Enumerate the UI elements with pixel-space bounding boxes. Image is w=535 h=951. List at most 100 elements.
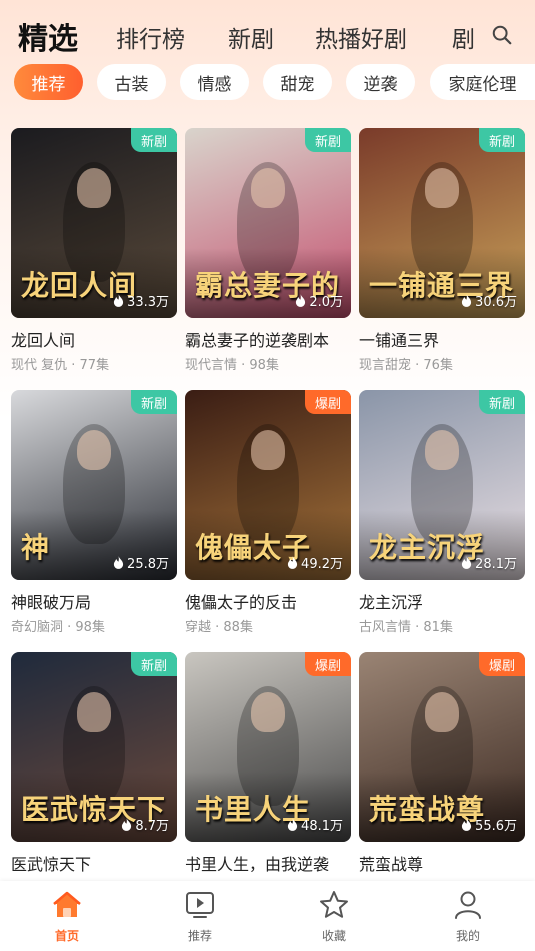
heat-count: 48.1万 xyxy=(287,815,343,834)
play-screen-icon xyxy=(186,892,214,918)
drama-card[interactable]: 神 新剧 25.8万 神眼破万局 奇幻脑洞 · 98集 xyxy=(11,390,177,640)
flame-icon xyxy=(287,556,298,569)
drama-meta: 现代言情 · 98集 xyxy=(185,358,279,373)
drama-title[interactable]: 神眼破万局 xyxy=(11,589,91,613)
flame-icon xyxy=(296,294,306,307)
status-badge: 爆剧 xyxy=(305,390,351,414)
tab-new[interactable]: 新剧 xyxy=(228,20,274,54)
drama-title[interactable]: 龙回人间 xyxy=(11,327,75,351)
drama-title[interactable]: 一铺通三界 xyxy=(359,327,439,351)
drama-title[interactable]: 荒蛮战尊 xyxy=(359,851,423,875)
drama-poster[interactable]: 傀儡太子 爆剧 49.2万 xyxy=(185,390,351,580)
heat-value: 30.6万 xyxy=(475,295,517,310)
heat-count: 30.6万 xyxy=(461,291,517,310)
heat-count: 55.6万 xyxy=(461,815,517,834)
heat-value: 25.8万 xyxy=(127,557,169,572)
drama-title[interactable]: 医武惊天下 xyxy=(11,851,91,875)
heat-count: 28.1万 xyxy=(461,553,517,572)
poster-figure-face xyxy=(425,430,459,470)
drama-poster[interactable]: 医武惊天下 新剧 8.7万 xyxy=(11,652,177,842)
drama-card[interactable]: 傀儡太子 爆剧 49.2万 傀儡太子的反击 穿越 · 88集 xyxy=(185,390,351,640)
status-badge: 新剧 xyxy=(131,128,177,152)
drama-poster[interactable]: 一铺通三界 新剧 30.6万 xyxy=(359,128,525,318)
chip-family[interactable]: 家庭伦理 xyxy=(430,64,535,100)
nav-profile[interactable]: 我的 xyxy=(428,889,508,949)
top-tabs: 精选 排行榜 新剧 热播好剧 剧 xyxy=(0,0,535,66)
status-badge: 新剧 xyxy=(131,652,177,676)
heat-value: 33.3万 xyxy=(127,295,169,310)
drama-poster[interactable]: 霸总妻子的 新剧 2.0万 xyxy=(185,128,351,318)
home-icon xyxy=(53,891,81,917)
heat-value: 28.1万 xyxy=(475,557,517,572)
poster-figure-face xyxy=(77,168,111,208)
poster-figure-face xyxy=(251,692,285,732)
nav-home[interactable]: 首页 xyxy=(27,889,107,949)
heat-value: 55.6万 xyxy=(475,819,517,834)
poster-title: 神 xyxy=(21,531,51,564)
flame-icon xyxy=(113,294,124,307)
drama-poster[interactable]: 书里人生 爆剧 48.1万 xyxy=(185,652,351,842)
drama-card[interactable]: 龙主沉浮 新剧 28.1万 龙主沉浮 古风言情 · 81集 xyxy=(359,390,525,640)
nav-favorites[interactable]: 收藏 xyxy=(294,889,374,949)
poster-figure-face xyxy=(77,692,111,732)
tab-more[interactable]: 剧 xyxy=(452,20,475,54)
drama-meta: 穿越 · 88集 xyxy=(185,620,253,635)
star-icon xyxy=(320,891,348,918)
flame-icon xyxy=(113,556,124,569)
flame-icon xyxy=(461,818,472,831)
status-badge: 新剧 xyxy=(479,128,525,152)
heat-count: 2.0万 xyxy=(295,291,343,310)
poster-figure-face xyxy=(251,430,285,470)
drama-title[interactable]: 书里人生，由我逆袭 xyxy=(185,851,329,875)
chip-sweet[interactable]: 甜宠 xyxy=(263,64,332,100)
drama-card[interactable]: 荒蛮战尊 爆剧 55.6万 荒蛮战尊 xyxy=(359,652,525,902)
heat-value: 48.1万 xyxy=(301,819,343,834)
poster-figure-face xyxy=(425,168,459,208)
drama-title[interactable]: 霸总妻子的逆袭剧本 xyxy=(185,327,329,351)
nav-home-label: 首页 xyxy=(54,929,79,943)
drama-card[interactable]: 龙回人间 新剧 33.3万 龙回人间 现代 复仇 · 77集 xyxy=(11,128,177,378)
nav-favorites-label: 收藏 xyxy=(321,929,346,943)
nav-recommend-label: 推荐 xyxy=(187,929,212,943)
nav-recommend[interactable]: 推荐 xyxy=(160,889,240,949)
chip-emotion[interactable]: 情感 xyxy=(180,64,249,100)
category-chips: 推荐 古装 情感 甜宠 逆袭 家庭伦理 xyxy=(0,64,535,102)
drama-card[interactable]: 霸总妻子的 新剧 2.0万 霸总妻子的逆袭剧本 现代言情 · 98集 xyxy=(185,128,351,378)
drama-title[interactable]: 龙主沉浮 xyxy=(359,589,423,613)
status-badge: 新剧 xyxy=(305,128,351,152)
flame-icon xyxy=(122,818,132,831)
tab-featured[interactable]: 精选 xyxy=(18,14,78,58)
tab-ranking[interactable]: 排行榜 xyxy=(116,20,185,54)
drama-title[interactable]: 傀儡太子的反击 xyxy=(185,589,297,613)
drama-card[interactable]: 书里人生 爆剧 48.1万 书里人生，由我逆袭 xyxy=(185,652,351,902)
flame-icon xyxy=(461,294,472,307)
drama-card[interactable]: 医武惊天下 新剧 8.7万 医武惊天下 xyxy=(11,652,177,902)
search-icon[interactable] xyxy=(491,24,513,46)
poster-figure-face xyxy=(425,692,459,732)
drama-poster[interactable]: 龙主沉浮 新剧 28.1万 xyxy=(359,390,525,580)
chip-costume[interactable]: 古装 xyxy=(97,64,166,100)
chip-recommend[interactable]: 推荐 xyxy=(14,64,83,100)
drama-poster[interactable]: 荒蛮战尊 爆剧 55.6万 xyxy=(359,652,525,842)
drama-poster[interactable]: 神 新剧 25.8万 xyxy=(11,390,177,580)
drama-card[interactable]: 一铺通三界 新剧 30.6万 一铺通三界 现言甜宠 · 76集 xyxy=(359,128,525,378)
heat-count: 8.7万 xyxy=(121,815,169,834)
heat-value: 2.0万 xyxy=(309,295,343,310)
bottom-nav: 首页 推荐 收藏 我的 xyxy=(0,881,535,951)
drama-meta: 古风言情 · 81集 xyxy=(359,620,453,635)
status-badge: 爆剧 xyxy=(479,652,525,676)
drama-meta: 现言甜宠 · 76集 xyxy=(359,358,453,373)
heat-value: 8.7万 xyxy=(135,819,169,834)
user-icon xyxy=(455,891,481,919)
poster-figure-face xyxy=(77,430,111,470)
heat-count: 33.3万 xyxy=(113,291,169,310)
status-badge: 爆剧 xyxy=(305,652,351,676)
chip-comeback[interactable]: 逆袭 xyxy=(346,64,415,100)
flame-icon xyxy=(461,556,472,569)
tab-popular[interactable]: 热播好剧 xyxy=(315,20,407,54)
heat-count: 25.8万 xyxy=(113,553,169,572)
heat-count: 49.2万 xyxy=(287,553,343,572)
drama-poster[interactable]: 龙回人间 新剧 33.3万 xyxy=(11,128,177,318)
nav-profile-label: 我的 xyxy=(455,929,480,943)
status-badge: 新剧 xyxy=(479,390,525,414)
